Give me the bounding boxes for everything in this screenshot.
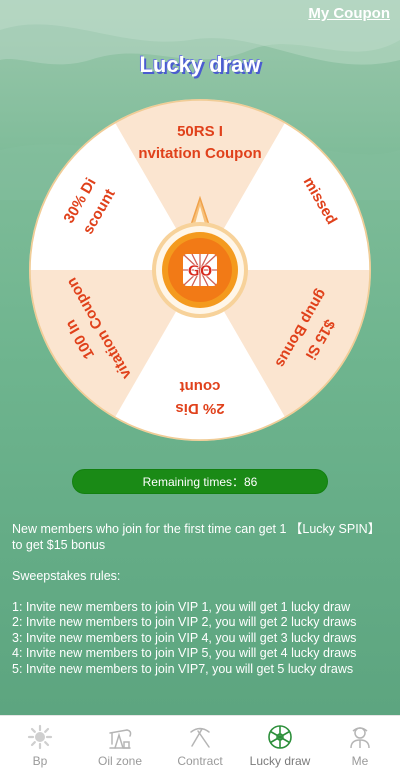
rule-item-4: 4: Invite new members to join VIP 5, you… [12,646,357,660]
tab-bp[interactable]: Bp [0,716,80,780]
tab-label-bp: Bp [32,754,48,768]
rule-item-3: 3: Invite new members to join VIP 4, you… [12,630,357,645]
go-label: GO [187,262,212,280]
tab-label-me: Me [351,754,369,768]
tab-label-lucky-draw: Lucky draw [249,754,311,768]
tab-me[interactable]: Me [320,716,400,780]
lucky-wheel[interactable]: 50RS I nvitation Coupon missed $15 Si gn… [29,99,371,441]
segment-label-4-line1: 2% Dis [175,400,224,417]
rule-item-2: 2: Invite new members to join VIP 2, you… [12,615,357,629]
page-title: Lucky draw [139,52,261,77]
rules-heading: Sweepstakes rules: [12,568,121,583]
segment-label-1-line1: 50RS I [177,123,223,140]
rule-item-5: 5: Invite new members to join VIP7, you … [12,661,354,676]
bp-sun-icon [27,724,53,750]
tab-oil-zone[interactable]: Oil zone [80,716,160,780]
wheel-icon [268,725,292,749]
rules-section: New members who join for the first time … [12,522,390,677]
tab-contract[interactable]: Contract [160,716,240,780]
bottom-tab-bar: Bp Oil zone Contract Lucky draw Me [0,715,400,780]
tab-lucky-draw[interactable]: Lucky draw [240,716,320,780]
remaining-label: Remaining times： [142,475,244,489]
segment-label-1-line2: nvitation Coupon [138,145,261,162]
pickaxe-icon [190,727,210,748]
tab-label-contract: Contract [177,754,223,768]
tab-label-oil-zone: Oil zone [97,754,143,768]
rule-item-1: 1: Invite new members to join VIP 1, you… [12,599,351,614]
user-icon [350,727,370,749]
remaining-count: 86 [244,475,258,489]
oil-pump-icon [109,729,132,749]
rules-intro: New members who join for the first time … [12,522,381,552]
remaining-times-bar: Remaining times：86 [72,469,328,494]
segment-label-4-line2: count [180,378,221,395]
my-coupon-link[interactable]: My Coupon [308,5,390,22]
